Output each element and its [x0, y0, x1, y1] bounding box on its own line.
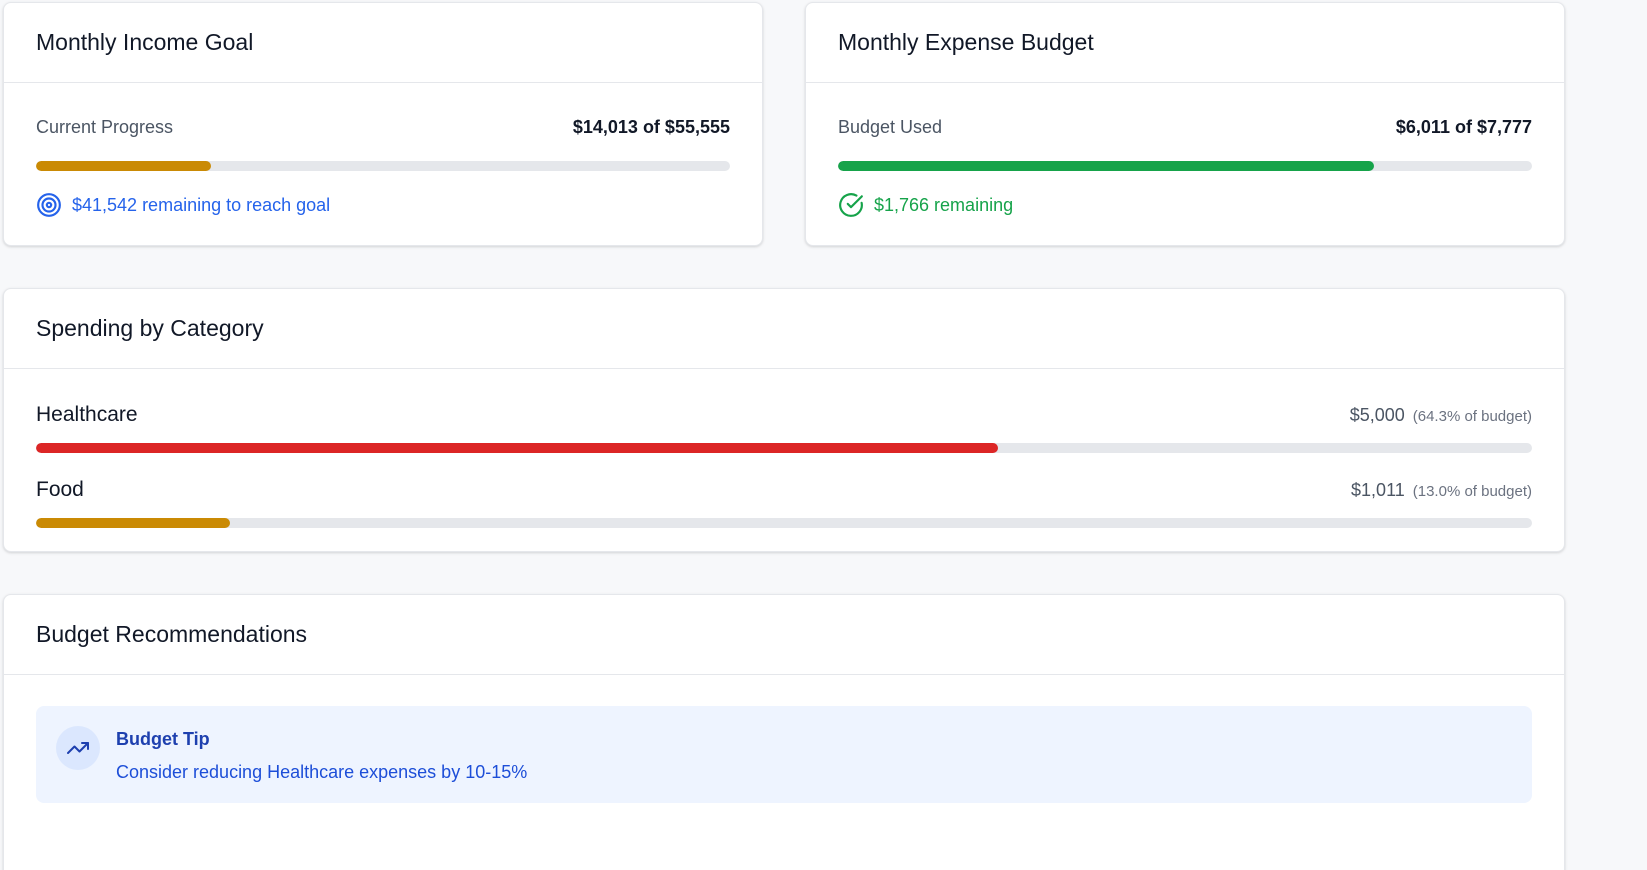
category-amount: $1,011	[1351, 480, 1405, 500]
income-amount: $14,013 of $55,555	[572, 117, 730, 137]
category-item-healthcare: Healthcare $5,000 (64.3% of budget)	[36, 403, 1532, 453]
category-amount: $5,000	[1349, 405, 1405, 425]
category-progress-fill	[36, 518, 231, 528]
category-progress-bar	[36, 518, 1532, 528]
budget-remaining-text: $1,766 remaining	[874, 194, 1014, 215]
income-remaining-text: $41,542 remaining to reach goal	[72, 194, 331, 215]
income-progress-fill	[36, 161, 212, 171]
tip-description: Consider reducing Healthcare expenses by…	[116, 762, 528, 782]
category-item-food: Food $1,011 (13.0% of budget)	[36, 478, 1532, 528]
category-value: $5,000 (64.3% of budget)	[1350, 405, 1532, 426]
spending-title: Spending by Category	[4, 289, 1564, 369]
tip-title: Budget Tip	[116, 729, 210, 749]
category-progress-fill	[36, 443, 998, 453]
trending-up-icon	[56, 726, 100, 770]
expense-budget-card: Monthly Expense Budget Budget Used $6,01…	[805, 2, 1565, 246]
income-goal-title: Monthly Income Goal	[4, 3, 762, 83]
category-name: Food	[36, 478, 84, 501]
income-progress-bar	[36, 161, 730, 171]
category-value: $1,011 (13.0% of budget)	[1351, 480, 1532, 501]
target-icon	[36, 192, 62, 218]
category-percent: (13.0% of budget)	[1412, 483, 1532, 500]
recommendations-title: Budget Recommendations	[4, 595, 1564, 675]
category-progress-bar	[36, 443, 1532, 453]
check-circle-icon	[838, 192, 864, 218]
budget-tip: Budget Tip Consider reducing Healthcare …	[36, 706, 1532, 803]
expense-budget-title: Monthly Expense Budget	[806, 3, 1564, 83]
category-percent: (64.3% of budget)	[1412, 408, 1532, 425]
category-name: Healthcare	[36, 403, 138, 426]
income-progress-label: Current Progress	[36, 117, 174, 137]
budget-dashboard: Monthly Income Goal Current Progress $14…	[0, 0, 1647, 870]
income-goal-card: Monthly Income Goal Current Progress $14…	[3, 2, 763, 246]
budget-status: $1,766 remaining	[838, 192, 1532, 218]
budget-progress-fill	[838, 161, 1375, 171]
budget-amount: $6,011 of $7,777	[1395, 117, 1532, 137]
spending-category-card: Spending by Category Healthcare $5,000 (6…	[3, 288, 1565, 552]
recommendations-card: Budget Recommendations Budget Tip Consid…	[3, 594, 1565, 870]
budget-used-label: Budget Used	[838, 117, 943, 137]
income-status: $41,542 remaining to reach goal	[36, 192, 730, 218]
budget-progress-bar	[838, 161, 1532, 171]
